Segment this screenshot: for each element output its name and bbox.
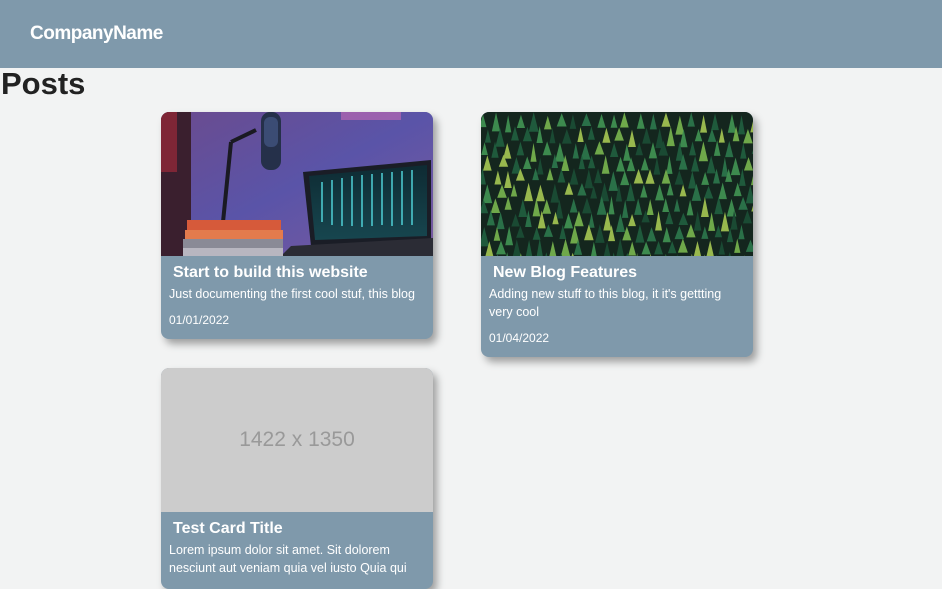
navbar: CompanyName bbox=[0, 0, 942, 68]
post-card[interactable]: 1422 x 1350 Test Card Title Lorem ipsum … bbox=[161, 368, 433, 589]
post-image: 1422 x 1350 bbox=[161, 368, 433, 512]
desk-laptop-photo bbox=[161, 112, 433, 256]
post-date: 01/04/2022 bbox=[489, 331, 745, 345]
post-card[interactable]: New Blog Features Adding new stuff to th… bbox=[481, 112, 753, 357]
post-image bbox=[481, 112, 753, 256]
image-placeholder: 1422 x 1350 bbox=[161, 368, 433, 512]
post-title[interactable]: Test Card Title bbox=[173, 520, 425, 538]
post-card[interactable]: Start to build this website Just documen… bbox=[161, 112, 433, 339]
post-excerpt: Just documenting the first cool stuf, th… bbox=[169, 285, 425, 303]
page-title: Posts bbox=[1, 66, 85, 102]
post-title[interactable]: Start to build this website bbox=[173, 264, 425, 282]
post-title[interactable]: New Blog Features bbox=[493, 264, 745, 282]
post-date: 01/01/2022 bbox=[169, 313, 425, 327]
post-body: Test Card Title Lorem ipsum dolor sit am… bbox=[161, 512, 433, 589]
post-excerpt: Adding new stuff to this blog, it it's g… bbox=[489, 285, 745, 321]
forest-photo bbox=[481, 112, 753, 256]
post-body: Start to build this website Just documen… bbox=[161, 256, 433, 339]
post-excerpt: Lorem ipsum dolor sit amet. Sit dolorem … bbox=[169, 541, 425, 577]
brand-link[interactable]: CompanyName bbox=[30, 23, 163, 45]
post-body: New Blog Features Adding new stuff to th… bbox=[481, 256, 753, 357]
post-image bbox=[161, 112, 433, 256]
